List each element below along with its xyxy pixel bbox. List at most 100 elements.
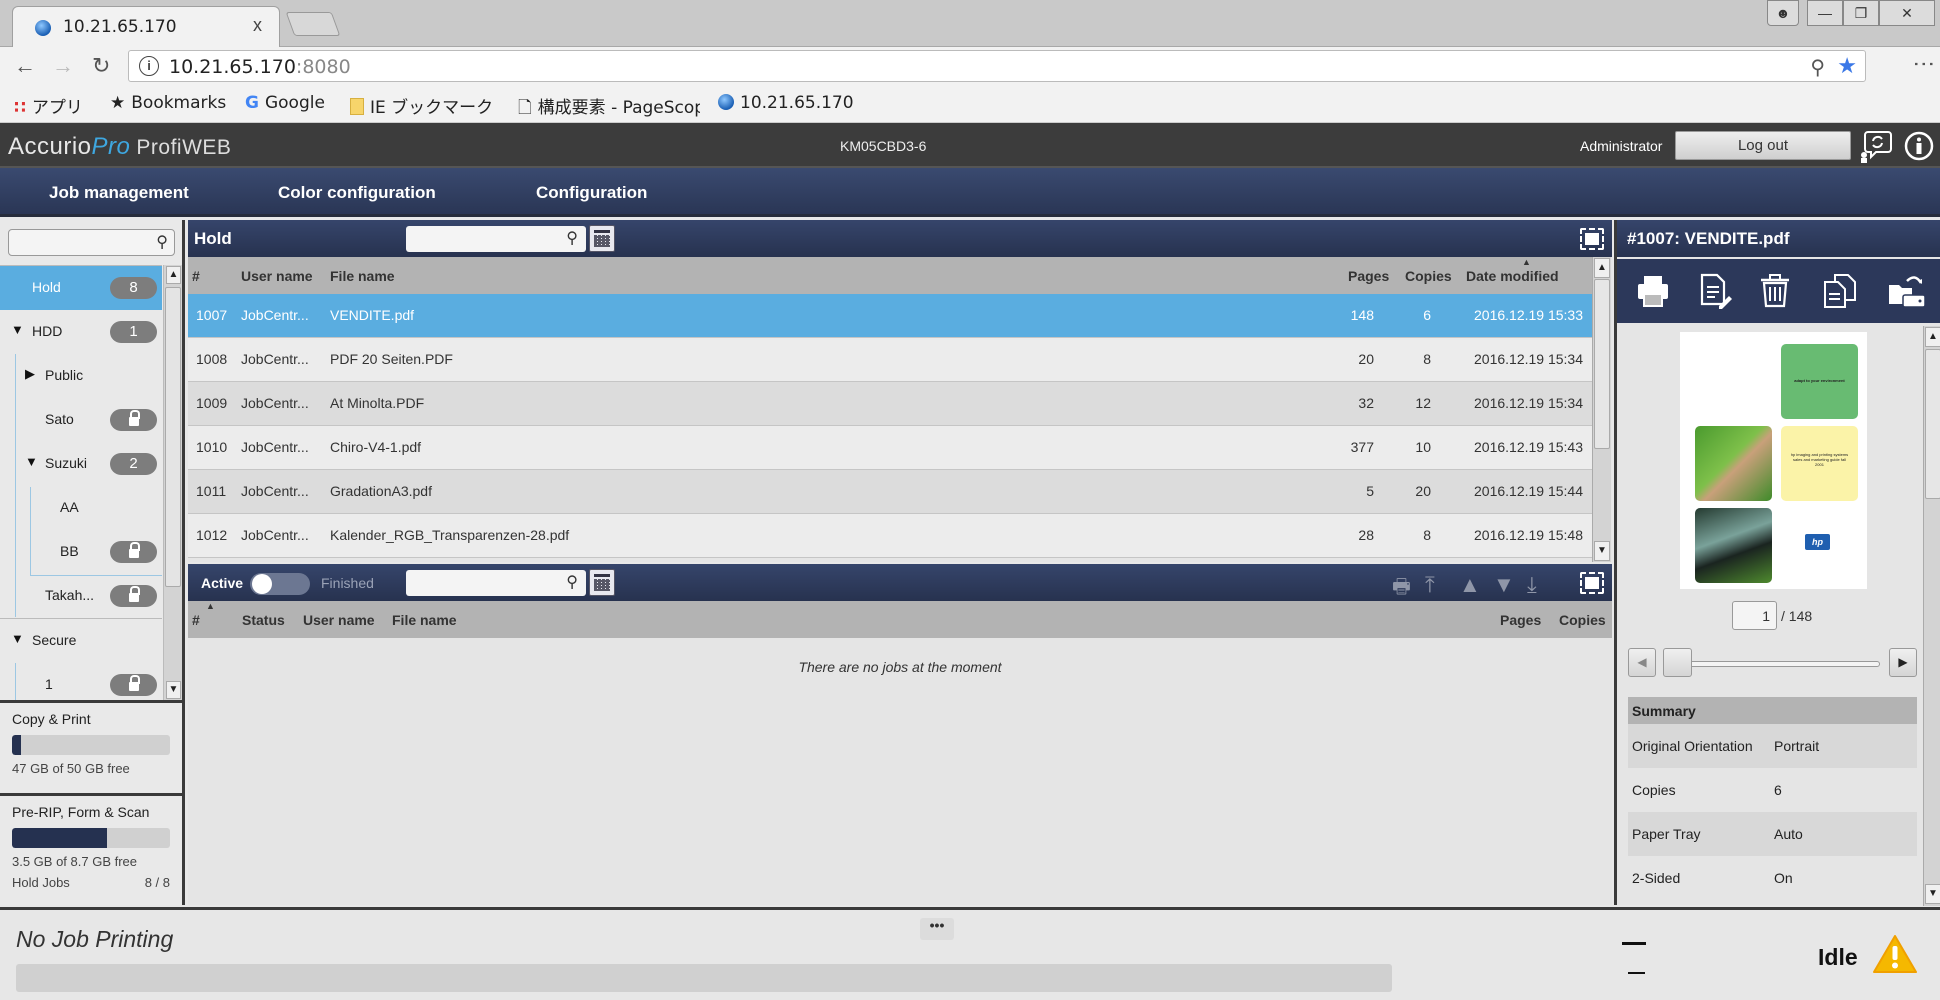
calendar-icon[interactable] (589, 225, 615, 252)
sidebar-search-input[interactable]: ⚲ (8, 229, 175, 256)
caret-right-icon[interactable]: ▶ (25, 366, 35, 382)
tree-item-secure[interactable]: ▼ Secure (0, 619, 162, 663)
tree-item-public[interactable]: ▶ Public (0, 354, 162, 398)
new-tab-button[interactable] (285, 12, 341, 36)
col-copies[interactable]: Copies (1405, 268, 1452, 284)
move-bottom-icon[interactable]: ⤓ (1527, 572, 1537, 598)
nav-job-management[interactable]: Job management (49, 183, 189, 203)
scroll-thumb[interactable] (1594, 279, 1610, 449)
info-circle-icon[interactable] (1904, 131, 1934, 166)
col-file-name[interactable]: File name (392, 612, 457, 628)
zoom-out-icon[interactable]: ⚲ (1810, 55, 1825, 80)
search-icon[interactable]: ⚲ (156, 232, 168, 252)
table-row[interactable]: 1011 JobCentr... GradationA3.pdf 5 20 2016.12… (188, 470, 1592, 514)
tree-item-hdd[interactable]: ▼ HDD 1 (0, 310, 162, 354)
table-row[interactable]: 1009 JobCentr... At Minolta.PDF 32 12 2016.12… (188, 382, 1592, 426)
restore-button[interactable]: ❐ (1843, 0, 1879, 26)
scroll-up-icon[interactable]: ▲ (1925, 327, 1940, 347)
expand-status-button[interactable]: ••• (920, 918, 954, 940)
tree-item-aa[interactable]: AA (0, 486, 162, 530)
trash-icon[interactable] (1757, 273, 1793, 309)
page-slider-track[interactable] (1675, 661, 1880, 667)
col-num[interactable]: # (192, 268, 200, 284)
col-num[interactable]: # (192, 612, 200, 628)
tab-close-icon[interactable]: x (253, 15, 262, 36)
copy-documents-icon[interactable] (1822, 273, 1858, 309)
detail-scrollbar[interactable]: ▲ ▼ (1923, 326, 1940, 906)
url-input[interactable]: i 10.21.65.170:8080 ⚲ ★ (128, 50, 1866, 82)
scroll-up-icon[interactable]: ▲ (166, 266, 181, 284)
prev-page-button[interactable]: ◀ (1628, 648, 1656, 677)
scroll-thumb[interactable] (165, 287, 181, 587)
tree-item-sato[interactable]: Sato (0, 398, 162, 442)
table-row[interactable]: 1008 JobCentr... PDF 20 Seiten.PDF 20 8 2016.… (188, 338, 1592, 382)
tree-item-takah[interactable]: Takah... (0, 574, 162, 618)
tree-item-hold[interactable]: Hold 8 (0, 266, 162, 310)
next-page-button[interactable]: ▶ (1889, 648, 1917, 677)
bookmark-device[interactable]: 10.21.65.170 (718, 93, 854, 113)
caret-down-icon[interactable]: ▼ (25, 454, 38, 469)
minimize-button[interactable]: — (1807, 0, 1843, 26)
bookmark-ie[interactable]: IE ブックマーク (350, 93, 493, 118)
logout-button[interactable]: Log out (1675, 131, 1851, 160)
bookmark-bookmarks[interactable]: ★ Bookmarks (110, 93, 226, 113)
calendar-icon[interactable] (589, 569, 615, 596)
caret-down-icon[interactable]: ▼ (11, 631, 24, 646)
info-icon[interactable]: i (139, 56, 159, 76)
scroll-up-icon[interactable]: ▲ (1594, 258, 1610, 278)
move-up-icon[interactable]: ▲ (1459, 572, 1481, 598)
bookmark-star-icon[interactable]: ★ (1837, 53, 1857, 79)
print-icon[interactable] (1635, 273, 1671, 309)
col-pages[interactable]: Pages (1348, 268, 1389, 284)
profile-icon[interactable]: ☻ (1767, 0, 1799, 26)
col-pages[interactable]: Pages (1500, 612, 1541, 628)
scroll-thumb[interactable] (1925, 349, 1940, 499)
hold-scrollbar[interactable]: ▲ ▼ (1592, 257, 1611, 562)
col-copies[interactable]: Copies (1559, 612, 1606, 628)
tree-item-secure-1[interactable]: 1 (0, 663, 162, 700)
move-to-storage-icon[interactable] (1887, 273, 1926, 309)
search-icon[interactable]: ⚲ (566, 572, 578, 592)
bookmark-google[interactable]: G Google (245, 93, 325, 113)
tree-item-suzuki[interactable]: ▼ Suzuki 2 (0, 442, 162, 486)
page-slider-thumb[interactable] (1663, 648, 1692, 677)
tree-item-bb[interactable]: BB (0, 530, 162, 574)
chat-sync-icon[interactable] (1860, 129, 1892, 168)
fullscreen-icon[interactable] (1580, 572, 1604, 594)
warning-icon[interactable] (1872, 934, 1918, 979)
col-date-modified[interactable]: Date modified (1466, 268, 1559, 284)
col-status[interactable]: Status (242, 612, 285, 628)
page-number-input[interactable]: 1 (1732, 601, 1777, 630)
fullscreen-icon[interactable] (1580, 228, 1604, 250)
sidebar-scrollbar[interactable]: ▲ ▼ (163, 265, 182, 700)
active-finished-toggle[interactable] (250, 573, 310, 595)
col-user-name[interactable]: User name (303, 612, 375, 628)
col-file-name[interactable]: File name (330, 268, 395, 284)
active-search-input[interactable]: ⚲ (406, 570, 586, 596)
toggle-active-label[interactable]: Active (201, 575, 243, 591)
table-row[interactable]: 1007 JobCentr... VENDITE.pdf 148 6 2016.12.19… (188, 294, 1592, 338)
hold-search-input[interactable]: ⚲ (406, 226, 586, 252)
search-icon[interactable]: ⚲ (566, 228, 578, 248)
scroll-down-icon[interactable]: ▼ (1594, 541, 1610, 561)
table-row[interactable]: 1010 JobCentr... Chiro-V4-1.pdf 377 10 2016.1… (188, 426, 1592, 470)
bookmark-pagescope[interactable]: 🗋 構成要素 - PageScop (518, 93, 700, 124)
col-user-name[interactable]: User name (241, 268, 313, 284)
table-row[interactable]: 1012 JobCentr... Kalender_RGB_Transparenze… (188, 514, 1592, 558)
close-window-button[interactable]: ✕ (1879, 0, 1935, 26)
browser-tab[interactable]: 10.21.65.170 x (12, 6, 280, 47)
scroll-down-icon[interactable]: ▼ (1925, 884, 1940, 904)
edit-document-icon[interactable] (1697, 273, 1733, 309)
nav-configuration[interactable]: Configuration (536, 183, 647, 203)
bookmark-apps[interactable]: ∷ アプリ (14, 93, 83, 118)
reload-icon[interactable]: ↻ (92, 53, 110, 79)
move-top-icon[interactable]: ⤒ (1425, 572, 1435, 598)
toggle-finished-label[interactable]: Finished (321, 575, 374, 591)
move-down-icon[interactable]: ▼ (1493, 572, 1515, 598)
forward-arrow-icon[interactable]: → (52, 53, 74, 79)
caret-down-icon[interactable]: ▼ (11, 322, 24, 337)
scroll-down-icon[interactable]: ▼ (166, 681, 181, 699)
browser-menu-icon[interactable]: ⋮ (1912, 53, 1937, 75)
nav-color-configuration[interactable]: Color configuration (278, 183, 436, 203)
back-arrow-icon[interactable]: ← (14, 53, 36, 79)
